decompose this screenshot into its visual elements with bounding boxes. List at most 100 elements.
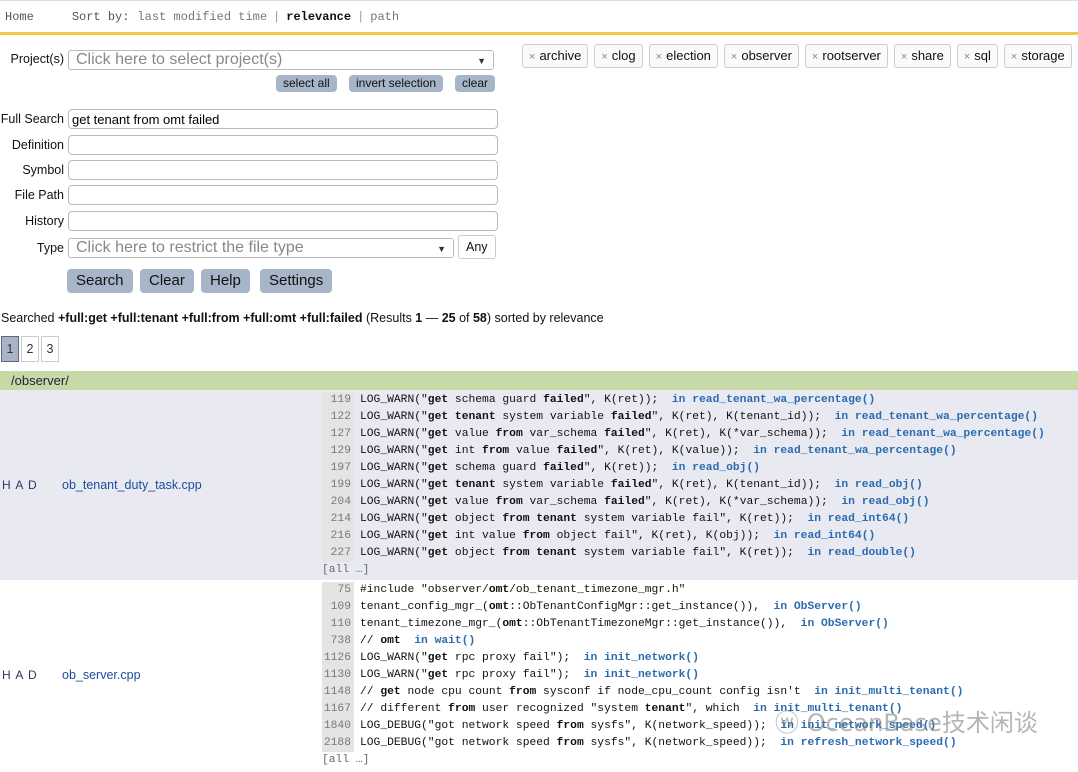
line-number[interactable]: 1167 (322, 701, 354, 718)
scope-link[interactable]: in init_multi_tenant() (814, 686, 963, 698)
code-line[interactable]: 129 LOG_WARN("get int from value failed",… (322, 443, 1045, 460)
remove-icon[interactable]: × (601, 51, 607, 63)
search-button[interactable]: Search (67, 269, 133, 293)
project-tag[interactable]: × share (893, 44, 951, 68)
code-line[interactable]: 1148 // get node cpu count from sysconf i… (322, 684, 963, 701)
remove-icon[interactable]: × (529, 51, 535, 63)
line-number[interactable]: 119 (322, 392, 354, 409)
scope-link[interactable]: in read_int64() (774, 530, 876, 542)
line-number[interactable]: 1126 (322, 650, 354, 667)
remove-icon[interactable]: × (656, 51, 662, 63)
scope-link[interactable]: in init_network() (584, 669, 699, 681)
scope-link[interactable]: in read_tenant_wa_percentage() (841, 428, 1044, 440)
directory-header[interactable]: /observer/ (0, 371, 1078, 390)
code-line[interactable]: 204 LOG_WARN("get value from var_schema f… (322, 494, 1045, 511)
code-line[interactable]: 110 tenant_timezone_mgr_(omt::ObTenantTim… (322, 616, 963, 633)
scope-link[interactable]: in read_tenant_wa_percentage() (835, 411, 1038, 423)
code-line[interactable]: 199 LOG_WARN("get tenant system variable … (322, 477, 1045, 494)
project-tag[interactable]: × storage (1003, 44, 1072, 68)
symbol-input[interactable] (68, 160, 498, 180)
remove-icon[interactable]: × (1011, 51, 1017, 63)
definition-input[interactable] (68, 135, 498, 155)
invert-selection-button[interactable]: invert selection (349, 75, 444, 92)
line-number[interactable]: 122 (322, 409, 354, 426)
clear-projects-button[interactable]: clear (455, 75, 496, 92)
code-line[interactable]: 197 LOG_WARN("get schema guard failed", K… (322, 460, 1045, 477)
select-all-button[interactable]: select all (276, 75, 337, 92)
history-annotate-download-links[interactable]: H A D (2, 478, 38, 492)
line-number[interactable]: 127 (322, 426, 354, 443)
code-line[interactable]: 122 LOG_WARN("get tenant system variable … (322, 409, 1045, 426)
file-path-input[interactable] (68, 185, 498, 205)
line-number[interactable]: 227 (322, 545, 354, 562)
type-select[interactable]: Click here to restrict the file type ▼ (68, 238, 454, 258)
scope-link[interactable]: in ObServer() (801, 618, 889, 630)
sort-relevance[interactable]: relevance (286, 10, 351, 24)
scope-link[interactable]: in ObServer() (774, 601, 862, 613)
scope-link[interactable]: in init_network() (584, 652, 699, 664)
help-button[interactable]: Help (201, 269, 250, 293)
scope-link[interactable]: in read_int64() (807, 513, 909, 525)
code-line[interactable]: 1126 LOG_WARN("get rpc proxy fail"); in i… (322, 650, 963, 667)
remove-icon[interactable]: × (812, 51, 818, 63)
code-line[interactable]: 738 // omt in wait() (322, 633, 963, 650)
project-tag[interactable]: × rootserver (804, 44, 888, 68)
show-all-link[interactable]: [all …] (322, 752, 963, 769)
any-type-button[interactable]: Any (458, 235, 496, 259)
scope-link[interactable]: in read_double() (807, 547, 915, 559)
code-line[interactable]: 1130 LOG_WARN("get rpc proxy fail"); in i… (322, 667, 963, 684)
line-number[interactable]: 2188 (322, 735, 354, 752)
line-number[interactable]: 1130 (322, 667, 354, 684)
code-line[interactable]: 109 tenant_config_mgr_(omt::ObTenantConfi… (322, 599, 963, 616)
line-number[interactable]: 738 (322, 633, 354, 650)
scope-link[interactable]: in read_tenant_wa_percentage() (753, 445, 956, 457)
home-link[interactable]: Home (5, 10, 34, 24)
page-3[interactable]: 3 (41, 336, 59, 362)
scope-link[interactable]: in read_obj() (835, 479, 923, 491)
line-number[interactable]: 1148 (322, 684, 354, 701)
line-number[interactable]: 110 (322, 616, 354, 633)
line-number[interactable]: 199 (322, 477, 354, 494)
code-line[interactable]: 227 LOG_WARN("get object from tenant syst… (322, 545, 1045, 562)
remove-icon[interactable]: × (964, 51, 970, 63)
clear-button[interactable]: Clear (140, 269, 194, 293)
line-number[interactable]: 197 (322, 460, 354, 477)
project-tag[interactable]: × election (648, 44, 718, 68)
code-line[interactable]: 119 LOG_WARN("get schema guard failed", K… (322, 392, 1045, 409)
file-link[interactable]: ob_server.cpp (62, 668, 141, 682)
code-line[interactable]: 214 LOG_WARN("get object from tenant syst… (322, 511, 1045, 528)
scope-link[interactable]: in read_obj() (841, 496, 929, 508)
line-number[interactable]: 204 (322, 494, 354, 511)
remove-icon[interactable]: × (901, 51, 907, 63)
line-number[interactable]: 109 (322, 599, 354, 616)
full-search-input[interactable] (68, 109, 498, 129)
line-number[interactable]: 1840 (322, 718, 354, 735)
sort-last-modified[interactable]: last modified time (137, 10, 267, 24)
project-tag[interactable]: × clog (594, 44, 643, 68)
page-1[interactable]: 1 (1, 336, 19, 362)
line-number[interactable]: 75 (322, 582, 354, 599)
scope-link[interactable]: in wait() (414, 635, 475, 647)
project-tag[interactable]: × archive (522, 44, 589, 68)
scope-link[interactable]: in read_obj() (672, 462, 760, 474)
file-link[interactable]: ob_tenant_duty_task.cpp (62, 478, 202, 492)
sort-path[interactable]: path (370, 10, 399, 24)
history-annotate-download-links[interactable]: H A D (2, 668, 38, 682)
page-2[interactable]: 2 (21, 336, 39, 362)
show-all-link[interactable]: [all …] (322, 562, 1045, 579)
projects-select[interactable]: Click here to select project(s) ▼ (68, 50, 494, 70)
match-highlight: from (522, 530, 550, 542)
settings-button[interactable]: Settings (260, 269, 333, 293)
history-input[interactable] (68, 211, 498, 231)
scope-link[interactable]: in refresh_network_speed() (780, 737, 956, 749)
scope-link[interactable]: in read_tenant_wa_percentage() (672, 394, 875, 406)
code-line[interactable]: 216 LOG_WARN("get int value from object f… (322, 528, 1045, 545)
line-number[interactable]: 214 (322, 511, 354, 528)
line-number[interactable]: 216 (322, 528, 354, 545)
remove-icon[interactable]: × (731, 51, 737, 63)
project-tag[interactable]: × sql (956, 44, 998, 68)
code-line[interactable]: 127 LOG_WARN("get value from var_schema f… (322, 426, 1045, 443)
project-tag[interactable]: × observer (723, 44, 799, 68)
line-number[interactable]: 129 (322, 443, 354, 460)
code-line[interactable]: 75 #include "observer/omt/ob_tenant_timez… (322, 582, 963, 599)
